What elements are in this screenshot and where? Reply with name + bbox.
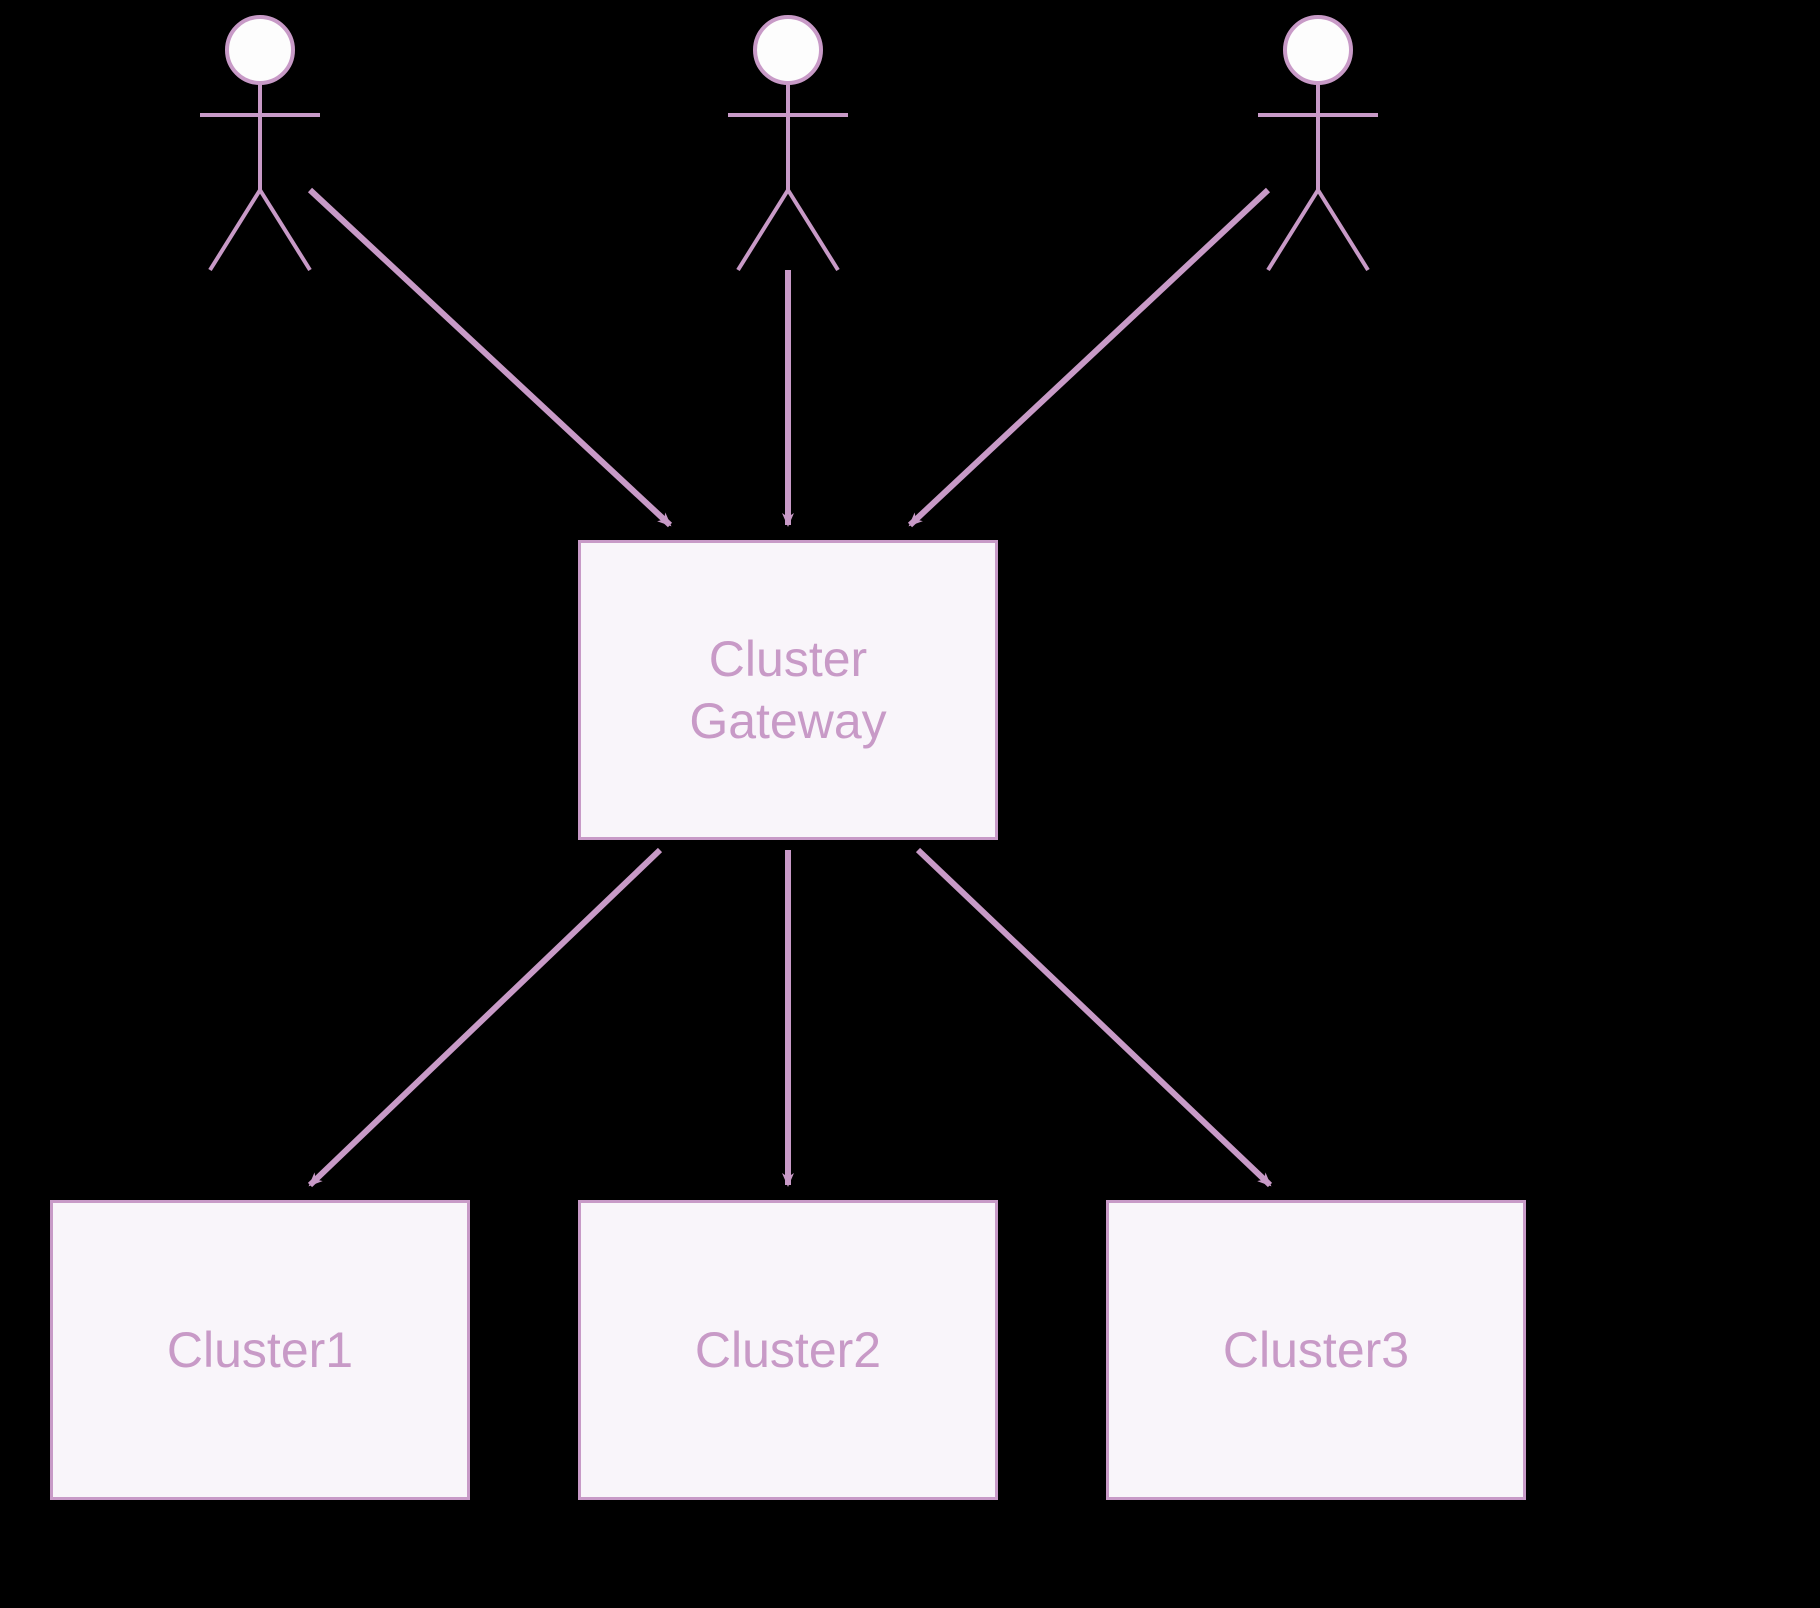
node-label-gateway: ClusterGateway [689, 628, 886, 753]
node-cluster2: Cluster2 [578, 1200, 998, 1500]
diagram-canvas: ClusterGateway Cluster1 Cluster2 Cluster… [0, 0, 1820, 1608]
arrow-gateway-to-cluster3 [918, 850, 1270, 1185]
node-cluster-gateway: ClusterGateway [578, 540, 998, 840]
arrow-gateway-to-cluster1 [310, 850, 660, 1185]
arrow-actor3-to-gateway [910, 190, 1268, 525]
actor-icon-1 [200, 17, 320, 270]
node-label-cluster1: Cluster1 [167, 1319, 353, 1382]
node-cluster1: Cluster1 [50, 1200, 470, 1500]
actor-icon-2 [728, 17, 848, 270]
arrow-actor1-to-gateway [310, 190, 670, 525]
actor-icon-3 [1258, 17, 1378, 270]
node-cluster3: Cluster3 [1106, 1200, 1526, 1500]
node-label-cluster3: Cluster3 [1223, 1319, 1409, 1382]
node-label-cluster2: Cluster2 [695, 1319, 881, 1382]
